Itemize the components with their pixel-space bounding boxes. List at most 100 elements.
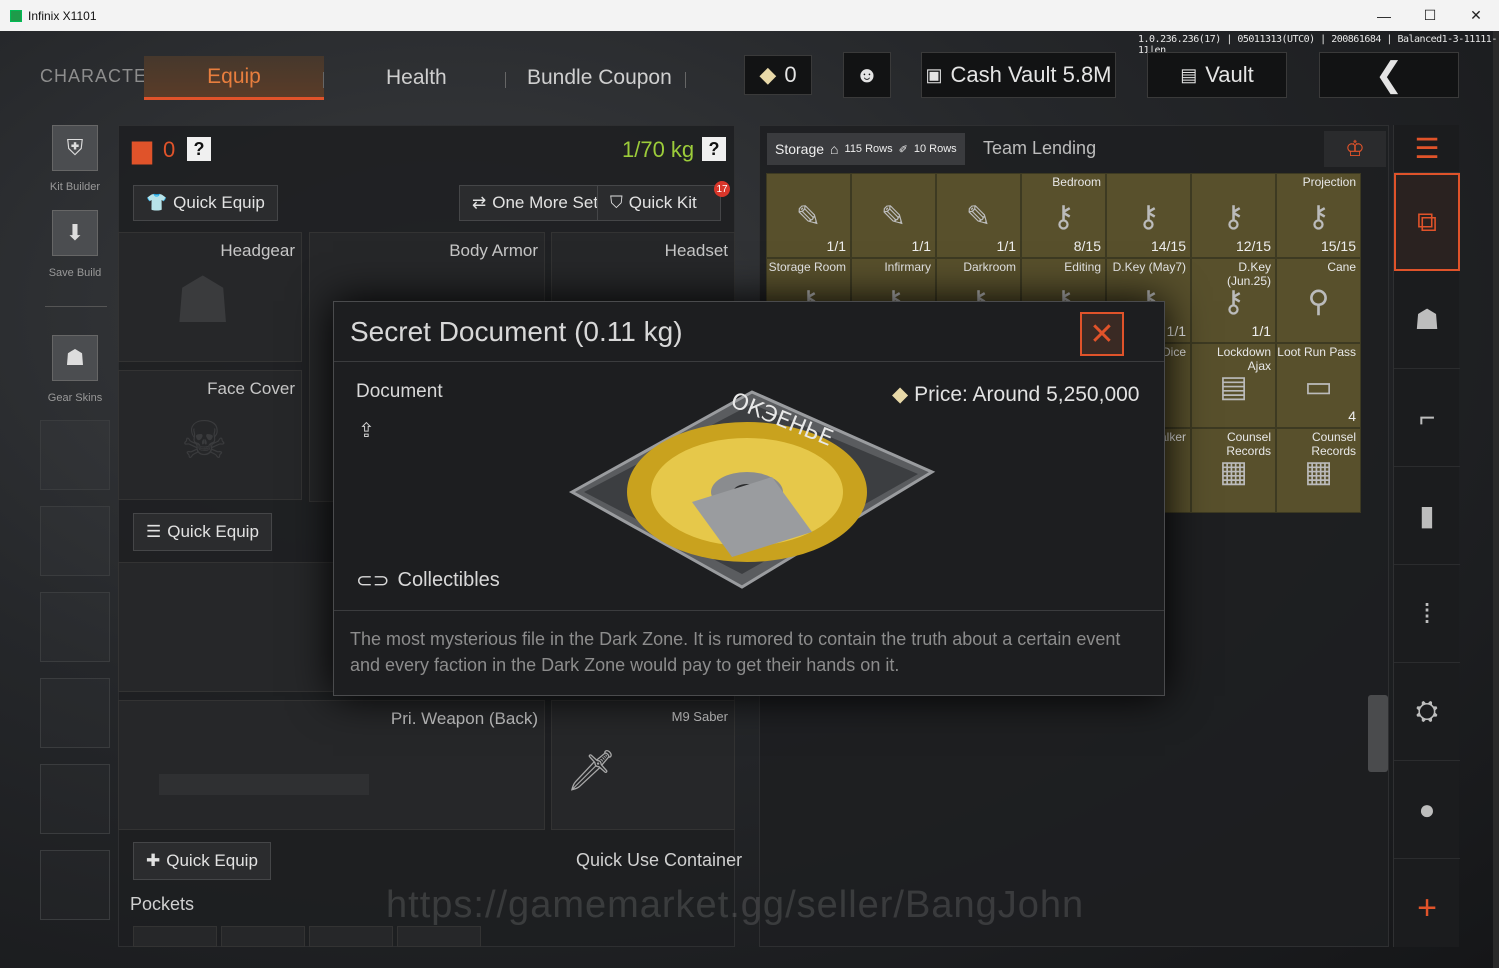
- pocket-slot[interactable]: [309, 926, 393, 947]
- coupon-counter[interactable]: ◆ 0: [744, 55, 812, 95]
- quick-kit-button[interactable]: ⛉ Quick Kit: [597, 185, 721, 221]
- coupon-count: 0: [784, 62, 797, 87]
- category-magazine-icon[interactable]: ▮: [1394, 467, 1460, 565]
- quick-equip-button[interactable]: 👕 Quick Equip: [133, 185, 278, 221]
- minimize-button[interactable]: —: [1361, 0, 1407, 31]
- headgear-slot[interactable]: Headgear ☗: [118, 232, 302, 362]
- quick-equip-weapons-label: Quick Equip: [167, 522, 259, 541]
- weight-help-icon[interactable]: ?: [702, 137, 726, 161]
- vest-icon: ⛨: [66, 135, 84, 160]
- item-quantity: 12/15: [1235, 238, 1271, 254]
- close-window-button[interactable]: ✕: [1453, 0, 1499, 31]
- item-quantity: 4: [1348, 408, 1356, 424]
- empty-skin-slot[interactable]: [40, 764, 110, 834]
- window-title: Infinix X1101: [28, 8, 97, 23]
- storage-item[interactable]: ▦Counsel Records: [1191, 428, 1276, 513]
- storage-item[interactable]: ✎ 1/1: [851, 173, 936, 258]
- kit-builder-label: Kit Builder: [49, 181, 101, 193]
- storage-item[interactable]: ▤ Lockdown Ajax: [1191, 343, 1276, 428]
- gear-skins-label: Gear Skins: [47, 392, 103, 404]
- divider: [685, 72, 686, 88]
- category-helmet-icon[interactable]: ☗: [1394, 271, 1460, 369]
- helmet-silhouette-icon: ☗: [174, 264, 232, 336]
- vault-button[interactable]: ▤ Vault: [1147, 52, 1287, 98]
- storage-item[interactable]: ⚷ Projection 15/15: [1276, 173, 1361, 258]
- melee-slot[interactable]: M9 Saber 🗡: [551, 700, 735, 830]
- item-name: Bedroom: [1052, 175, 1101, 189]
- watermark-text: https://gamemarket.gg/seller/BangJohn: [386, 884, 1085, 926]
- storage-rows-label: 115 Rows: [844, 143, 893, 155]
- quick-use-container-label: Quick Use Container: [576, 850, 743, 870]
- storage-stack-icon[interactable]: ☰: [1394, 125, 1460, 173]
- storage-item[interactable]: ⚲ Cane: [1276, 258, 1361, 343]
- add-icon[interactable]: +: [1394, 859, 1460, 957]
- share-icon[interactable]: ⇪: [358, 418, 375, 443]
- tab-health[interactable]: Health: [386, 66, 447, 90]
- item-name: Cane: [1327, 260, 1356, 274]
- storage-scrollbar[interactable]: [1368, 695, 1388, 772]
- pockets-label: Pockets: [130, 894, 195, 914]
- quick-equip-weapons-button[interactable]: ☰ Quick Equip: [133, 513, 272, 551]
- tab-character[interactable]: CHARACTER: [40, 66, 161, 87]
- pocket-slot[interactable]: [133, 926, 217, 947]
- quick-kit-badge: 17: [714, 181, 730, 197]
- storage-item[interactable]: ▭ Loot Run Pass 4: [1276, 343, 1361, 428]
- item-quantity: 1/1: [996, 238, 1016, 254]
- gear-skins-button[interactable]: ☗: [52, 335, 98, 381]
- kit-builder-button[interactable]: ⛨: [52, 125, 98, 171]
- tab-bundle-coupon[interactable]: Bundle Coupon: [527, 66, 672, 90]
- category-rifle-icon[interactable]: ⌐: [1394, 369, 1460, 467]
- primary-weapon-back-slot[interactable]: Pri. Weapon (Back) ▬▬▬: [118, 700, 545, 830]
- save-build-label: Save Build: [48, 267, 102, 279]
- item-icon: ▭: [1304, 370, 1333, 404]
- modal-title: Secret Document (0.11 kg): [350, 315, 683, 347]
- headset-label: Headset: [664, 241, 728, 260]
- tab-equip[interactable]: Equip: [144, 56, 324, 100]
- storage-item[interactable]: ⚷ D.Key (Jun.25) 1/1: [1191, 258, 1276, 343]
- empty-skin-slot[interactable]: [40, 850, 110, 920]
- weight-label: 1/70 kg: [622, 137, 695, 162]
- pocket-slot[interactable]: [397, 926, 481, 947]
- primary-weapon-slot[interactable]: [118, 562, 358, 692]
- item-name: Counsel Records: [1311, 430, 1356, 458]
- category-grenade-icon[interactable]: ●: [1394, 761, 1460, 859]
- empty-skin-slot[interactable]: [40, 420, 110, 490]
- headset-slot[interactable]: Headset: [551, 232, 735, 302]
- one-more-set-button[interactable]: ⇄ One More Set: [459, 185, 612, 221]
- storage-item[interactable]: ✎ 1/1: [936, 173, 1021, 258]
- storage-tab[interactable]: Storage ⌂ 115 Rows ✐ 10 Rows: [767, 133, 965, 165]
- team-lending-tab[interactable]: Team Lending: [983, 138, 1096, 159]
- face-cover-slot[interactable]: Face Cover ☠: [118, 370, 302, 500]
- item-type: Document: [356, 381, 443, 402]
- modal-close-button[interactable]: ✕: [1080, 312, 1124, 356]
- sort-button[interactable]: ♔: [1324, 131, 1386, 167]
- storage-item[interactable]: ⚷ Bedroom 8/15: [1021, 173, 1106, 258]
- storage-tab-label: Storage: [775, 141, 825, 157]
- item-icon: ⚷: [1052, 200, 1075, 234]
- item-icon: ▦: [1304, 455, 1333, 489]
- empty-skin-slot[interactable]: [40, 506, 110, 576]
- save-build-button[interactable]: ⬇: [52, 210, 98, 256]
- quick-equip-container-button[interactable]: ✚ Quick Equip: [133, 842, 271, 880]
- storage-item[interactable]: ▦Counsel Records: [1276, 428, 1361, 513]
- storage-item[interactable]: ⚷ 12/15: [1191, 173, 1276, 258]
- backpack-icon: ▆: [132, 134, 152, 164]
- storage-item[interactable]: ✎ 1/1: [766, 173, 851, 258]
- item-name: D.Key (May7): [1112, 260, 1186, 274]
- item-quantity: 1/1: [1166, 323, 1186, 339]
- divider: [323, 72, 324, 88]
- back-button[interactable]: ❮: [1319, 52, 1459, 98]
- bag-count: 0: [163, 137, 176, 162]
- support-button[interactable]: ☻: [843, 52, 891, 98]
- category-attachment-icon[interactable]: ⛭: [1394, 663, 1460, 761]
- pocket-slot[interactable]: [221, 926, 305, 947]
- cash-vault-button[interactable]: ▣ Cash Vault 5.8M: [921, 52, 1116, 98]
- empty-skin-slot[interactable]: [40, 678, 110, 748]
- help-icon[interactable]: ?: [187, 137, 211, 161]
- one-more-set-label: One More Set: [492, 193, 599, 212]
- empty-skin-slot[interactable]: [40, 592, 110, 662]
- category-ammo-icon[interactable]: ⁞: [1394, 565, 1460, 663]
- maximize-button[interactable]: ☐: [1407, 0, 1453, 31]
- category-all-icon[interactable]: ⧉: [1394, 173, 1460, 271]
- storage-item[interactable]: ⚷ 14/15: [1106, 173, 1191, 258]
